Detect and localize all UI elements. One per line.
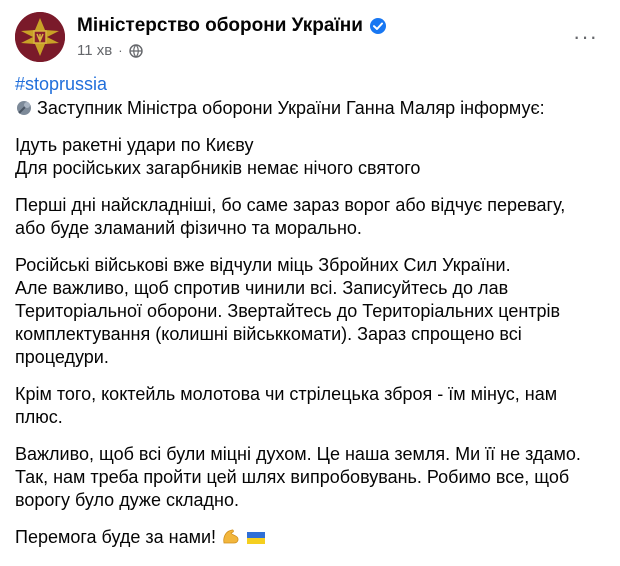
paragraph-6: Перемога буде за нами!: [15, 526, 610, 549]
lead-text: Заступник Міністра оборони України Ганна…: [37, 98, 545, 118]
paragraph-3: Російські військові вже відчули міць Збр…: [15, 254, 610, 369]
globe-icon[interactable]: [128, 43, 143, 58]
paragraph-line: або буде зламаний фізично та морально.: [15, 218, 362, 238]
paragraph-line: процедури.: [15, 347, 109, 367]
paragraph-line: Так, нам треба пройти цей шлях випробову…: [15, 467, 570, 487]
ukraine-flag-icon: [247, 532, 266, 544]
paragraph-line: Ідуть ракетні удари по Києву: [15, 135, 254, 155]
facebook-post: Міністерство оборони України 11 хв · ···…: [0, 0, 620, 566]
post-time[interactable]: 11 хв: [77, 42, 112, 59]
post-body: #stoprussia Заступник Міністра оборони У…: [15, 73, 610, 563]
paragraph-line: ворогу було дуже складно.: [15, 490, 239, 510]
meta-separator: ·: [118, 43, 123, 58]
paragraph-line: Крім того, коктейль молотова чи стрілець…: [15, 384, 558, 404]
paragraph-1: Ідуть ракетні удари по Києву Для російсь…: [15, 134, 610, 180]
flexed-biceps-icon: [223, 529, 239, 544]
closing-text: Перемога буде за нами!: [15, 527, 217, 547]
paragraph-line: Територіальної оборони. Звертайтесь до Т…: [15, 301, 561, 321]
more-options-button[interactable]: ···: [573, 26, 598, 48]
ministry-emblem-icon: [15, 12, 65, 62]
paragraph-line: плюс.: [15, 407, 63, 427]
paragraph-line: комплектування (колишні військкомати). З…: [15, 324, 522, 344]
paragraph-line: Перші дні найскладніші, бо саме зараз во…: [15, 195, 566, 215]
paragraph-line: Важливо, щоб всі були міцні духом. Це на…: [15, 444, 581, 464]
hashtag-link[interactable]: #stoprussia: [15, 73, 610, 96]
paragraph-4: Крім того, коктейль молотова чи стрілець…: [15, 383, 610, 429]
paragraph-line: Російські військові вже відчули міць Збр…: [15, 255, 511, 275]
page-name[interactable]: Міністерство оборони України: [77, 15, 363, 37]
post-header: Міністерство оборони України 11 хв · ···: [15, 12, 608, 62]
pin-icon: [17, 101, 31, 115]
paragraph-5: Важливо, щоб всі були міцні духом. Це на…: [15, 443, 610, 512]
lead-line: Заступник Міністра оборони України Ганна…: [15, 97, 610, 120]
paragraph-line: Для російських загарбників немає нічого …: [15, 158, 421, 178]
page-avatar[interactable]: [15, 12, 65, 62]
paragraph-line: Але важливо, щоб спротив чинили всі. Зап…: [15, 278, 509, 298]
verified-badge-icon: [369, 18, 386, 34]
paragraph-2: Перші дні найскладніші, бо саме зараз во…: [15, 194, 610, 240]
